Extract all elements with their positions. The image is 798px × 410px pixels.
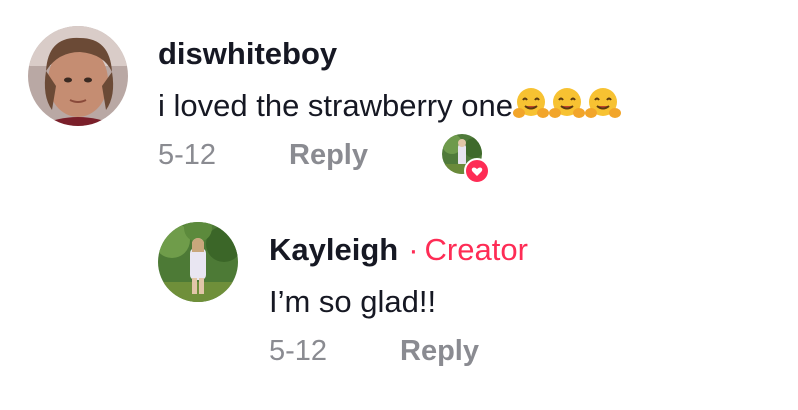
comment-date: 5-12 [158, 139, 217, 171]
reply-button[interactable]: Reply [400, 335, 479, 367]
creator-dot: · [408, 232, 419, 267]
reply-comment-item: Kayleigh · Creator I’m so glad!! 5-12 Repl… [0, 200, 798, 410]
user-photo-icon [28, 26, 128, 126]
hugging-face-emoji-icon [584, 86, 621, 128]
comment-text: i loved the strawberry one [158, 86, 621, 128]
reply-area: Reply [400, 334, 479, 368]
creator-like-heart-badge [464, 158, 490, 184]
comment-text-content: i loved the strawberry one [158, 88, 513, 123]
user-photo-icon [158, 222, 238, 302]
comment-date: 5-12 [269, 335, 328, 367]
comment-text: I’m so glad!! [269, 284, 437, 319]
reply-author: Kayleigh · Creator [269, 232, 528, 268]
avatar[interactable] [28, 26, 128, 126]
reply-area: Reply [289, 138, 368, 172]
comment-username[interactable]: diswhiteboy [158, 36, 337, 72]
comment-username[interactable]: Kayleigh [269, 232, 398, 267]
hugging-face-emoji-icon [548, 86, 585, 128]
creator-badge: · Creator [408, 232, 528, 267]
comment-item: diswhiteboy i loved the strawberry one 5… [0, 0, 798, 200]
avatar[interactable] [158, 222, 238, 302]
hugging-face-emoji-icon [512, 86, 549, 128]
heart-icon [471, 166, 483, 176]
creator-label: Creator [424, 232, 528, 267]
reply-button[interactable]: Reply [289, 139, 368, 171]
